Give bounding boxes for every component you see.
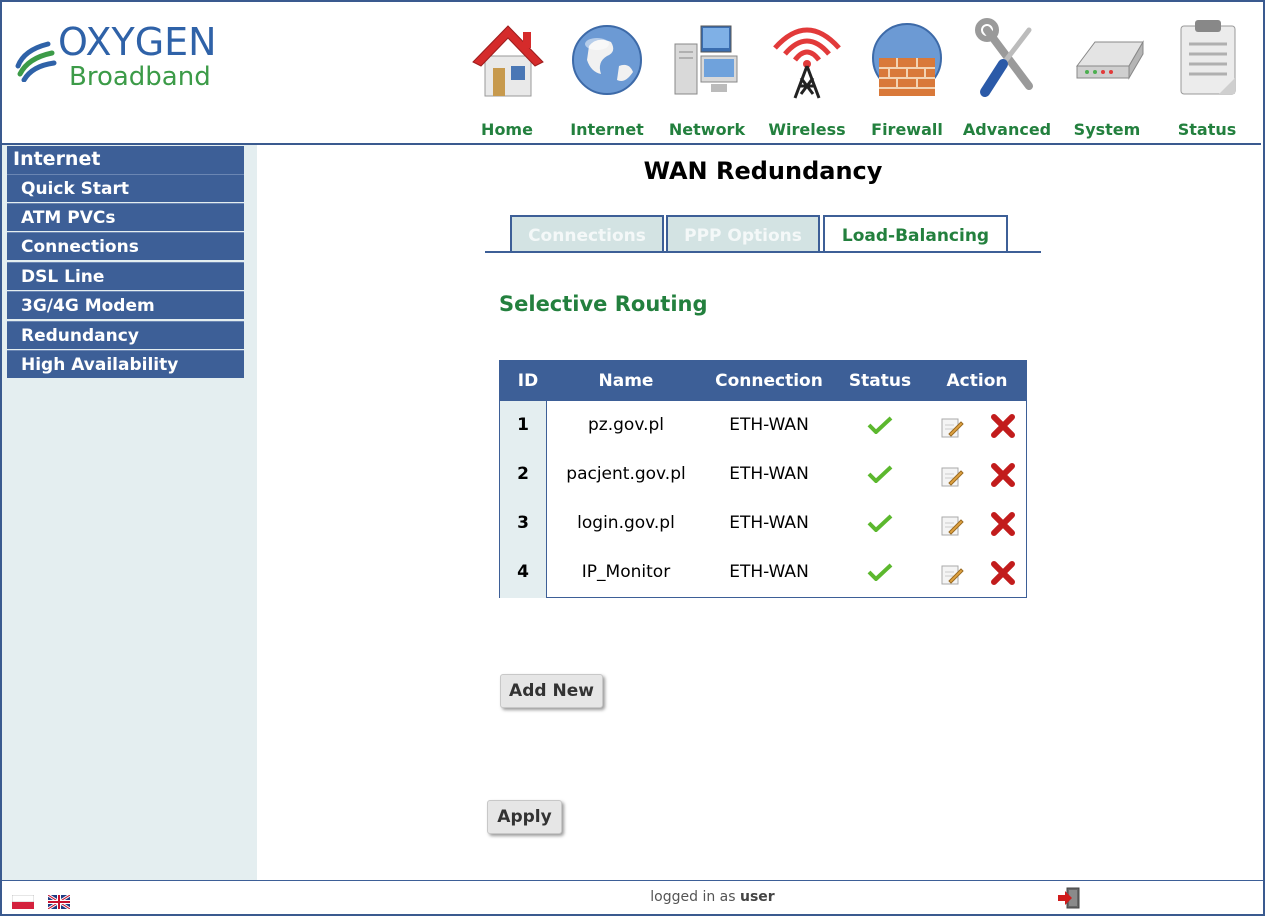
firewall-icon: [872, 23, 942, 96]
check-icon: [867, 465, 893, 483]
row-connection: ETH-WAN: [729, 464, 809, 484]
nav-status-label: Status: [1177, 120, 1237, 139]
row-name: pz.gov.pl: [588, 415, 664, 435]
tab-ppp-options[interactable]: PPP Options: [666, 215, 820, 253]
nav-wireless[interactable]: Wireless: [759, 16, 855, 142]
sidebar-item-high-availability[interactable]: High Availability: [7, 350, 244, 378]
row-connection: ETH-WAN: [729, 415, 809, 435]
header-status: Status: [848, 371, 912, 391]
brand-logo[interactable]: OXYGEN Broadband: [14, 20, 254, 97]
sidebar-item-atm-pvcs[interactable]: ATM PVCs: [7, 203, 244, 231]
clipboard-icon: [1180, 20, 1236, 95]
header-connection: Connection: [715, 371, 823, 391]
table-row: 1 pz.gov.pl ETH-WAN: [500, 401, 1026, 450]
antenna-icon: [773, 27, 841, 99]
check-icon: [867, 514, 893, 532]
nav-firewall-label: Firewall: [871, 120, 943, 139]
check-icon: [867, 416, 893, 434]
nav-system-label: System: [1073, 120, 1141, 139]
network-icon: [674, 25, 738, 95]
row-id: 1: [517, 415, 529, 435]
check-icon: [867, 563, 893, 581]
nav-network-label: Network: [668, 120, 746, 139]
footer: logged in as user: [2, 880, 1263, 914]
logged-in-prefix: logged in as: [650, 889, 736, 905]
row-name: IP_Monitor: [581, 562, 671, 582]
sidebar: Internet Quick Start ATM PVCs Connection…: [2, 145, 257, 880]
header: OXYGEN Broadband Home Internet Network W…: [0, 0, 1261, 145]
row-name: pacjent.gov.pl: [566, 464, 686, 484]
row-connection: ETH-WAN: [729, 513, 809, 533]
header-id: ID: [517, 371, 539, 391]
nav-firewall[interactable]: Firewall: [859, 16, 955, 142]
logged-in-user: user: [740, 889, 775, 905]
table-header: ID Name Connection Status Action: [500, 361, 1026, 401]
delete-icon[interactable]: [991, 414, 1015, 438]
home-icon: [472, 25, 544, 97]
delete-icon[interactable]: [991, 512, 1015, 536]
edit-icon[interactable]: [940, 562, 964, 586]
table-row: 4 IP_Monitor ETH-WAN: [500, 548, 1026, 597]
row-id: 4: [517, 562, 529, 582]
row-connection: ETH-WAN: [729, 562, 809, 582]
delete-icon[interactable]: [991, 463, 1015, 487]
logout-icon[interactable]: [1057, 887, 1081, 909]
nav-internet[interactable]: Internet: [559, 16, 655, 142]
sidebar-item-3g-4g-modem[interactable]: 3G/4G Modem: [7, 291, 244, 319]
nav-system[interactable]: System: [1059, 16, 1155, 142]
nav-internet-label: Internet: [570, 120, 644, 139]
nav-home-label: Home: [481, 120, 533, 139]
nav-home[interactable]: Home: [459, 16, 555, 142]
row-name: login.gov.pl: [577, 513, 675, 533]
sidebar-item-connections[interactable]: Connections: [7, 232, 244, 260]
sidebar-item-redundancy[interactable]: Redundancy: [7, 321, 244, 349]
apply-button[interactable]: Apply: [487, 800, 562, 834]
row-id: 2: [517, 464, 529, 484]
header-name: Name: [598, 371, 654, 391]
sidebar-item-dsl-line[interactable]: DSL Line: [7, 262, 244, 290]
sidebar-title: Internet: [7, 146, 244, 174]
row-id: 3: [517, 513, 529, 533]
delete-icon[interactable]: [991, 561, 1015, 585]
tab-load-balancing[interactable]: Load-Balancing: [823, 215, 1008, 253]
edit-icon[interactable]: [940, 464, 964, 488]
globe-icon: [572, 25, 642, 95]
brand-name: OXYGEN: [58, 20, 217, 64]
routing-table: ID Name Connection Status Action 1 pz.go…: [499, 360, 1027, 598]
section-title: Selective Routing: [499, 292, 708, 316]
modem-icon: [1076, 40, 1144, 80]
brand-swirl-icon: [15, 41, 57, 82]
nav-network[interactable]: Network: [659, 16, 755, 142]
table-row: 2 pacjent.gov.pl ETH-WAN: [500, 450, 1026, 499]
edit-icon[interactable]: [940, 513, 964, 537]
nav-advanced[interactable]: Advanced: [959, 16, 1055, 142]
sidebar-item-quick-start[interactable]: Quick Start: [7, 174, 244, 202]
brand-subname: Broadband: [69, 62, 211, 92]
edit-icon[interactable]: [940, 415, 964, 439]
header-action: Action: [946, 371, 1008, 391]
nav-advanced-label: Advanced: [962, 120, 1052, 139]
nav-wireless-label: Wireless: [768, 120, 846, 139]
add-new-button[interactable]: Add New: [500, 674, 603, 708]
nav-status[interactable]: Status: [1159, 16, 1255, 142]
tools-icon: [975, 18, 1033, 97]
tab-connections[interactable]: Connections: [510, 215, 664, 253]
tab-underline: [485, 251, 1041, 253]
page-title: WAN Redundancy: [643, 157, 883, 185]
table-row: 3 login.gov.pl ETH-WAN: [500, 499, 1026, 548]
